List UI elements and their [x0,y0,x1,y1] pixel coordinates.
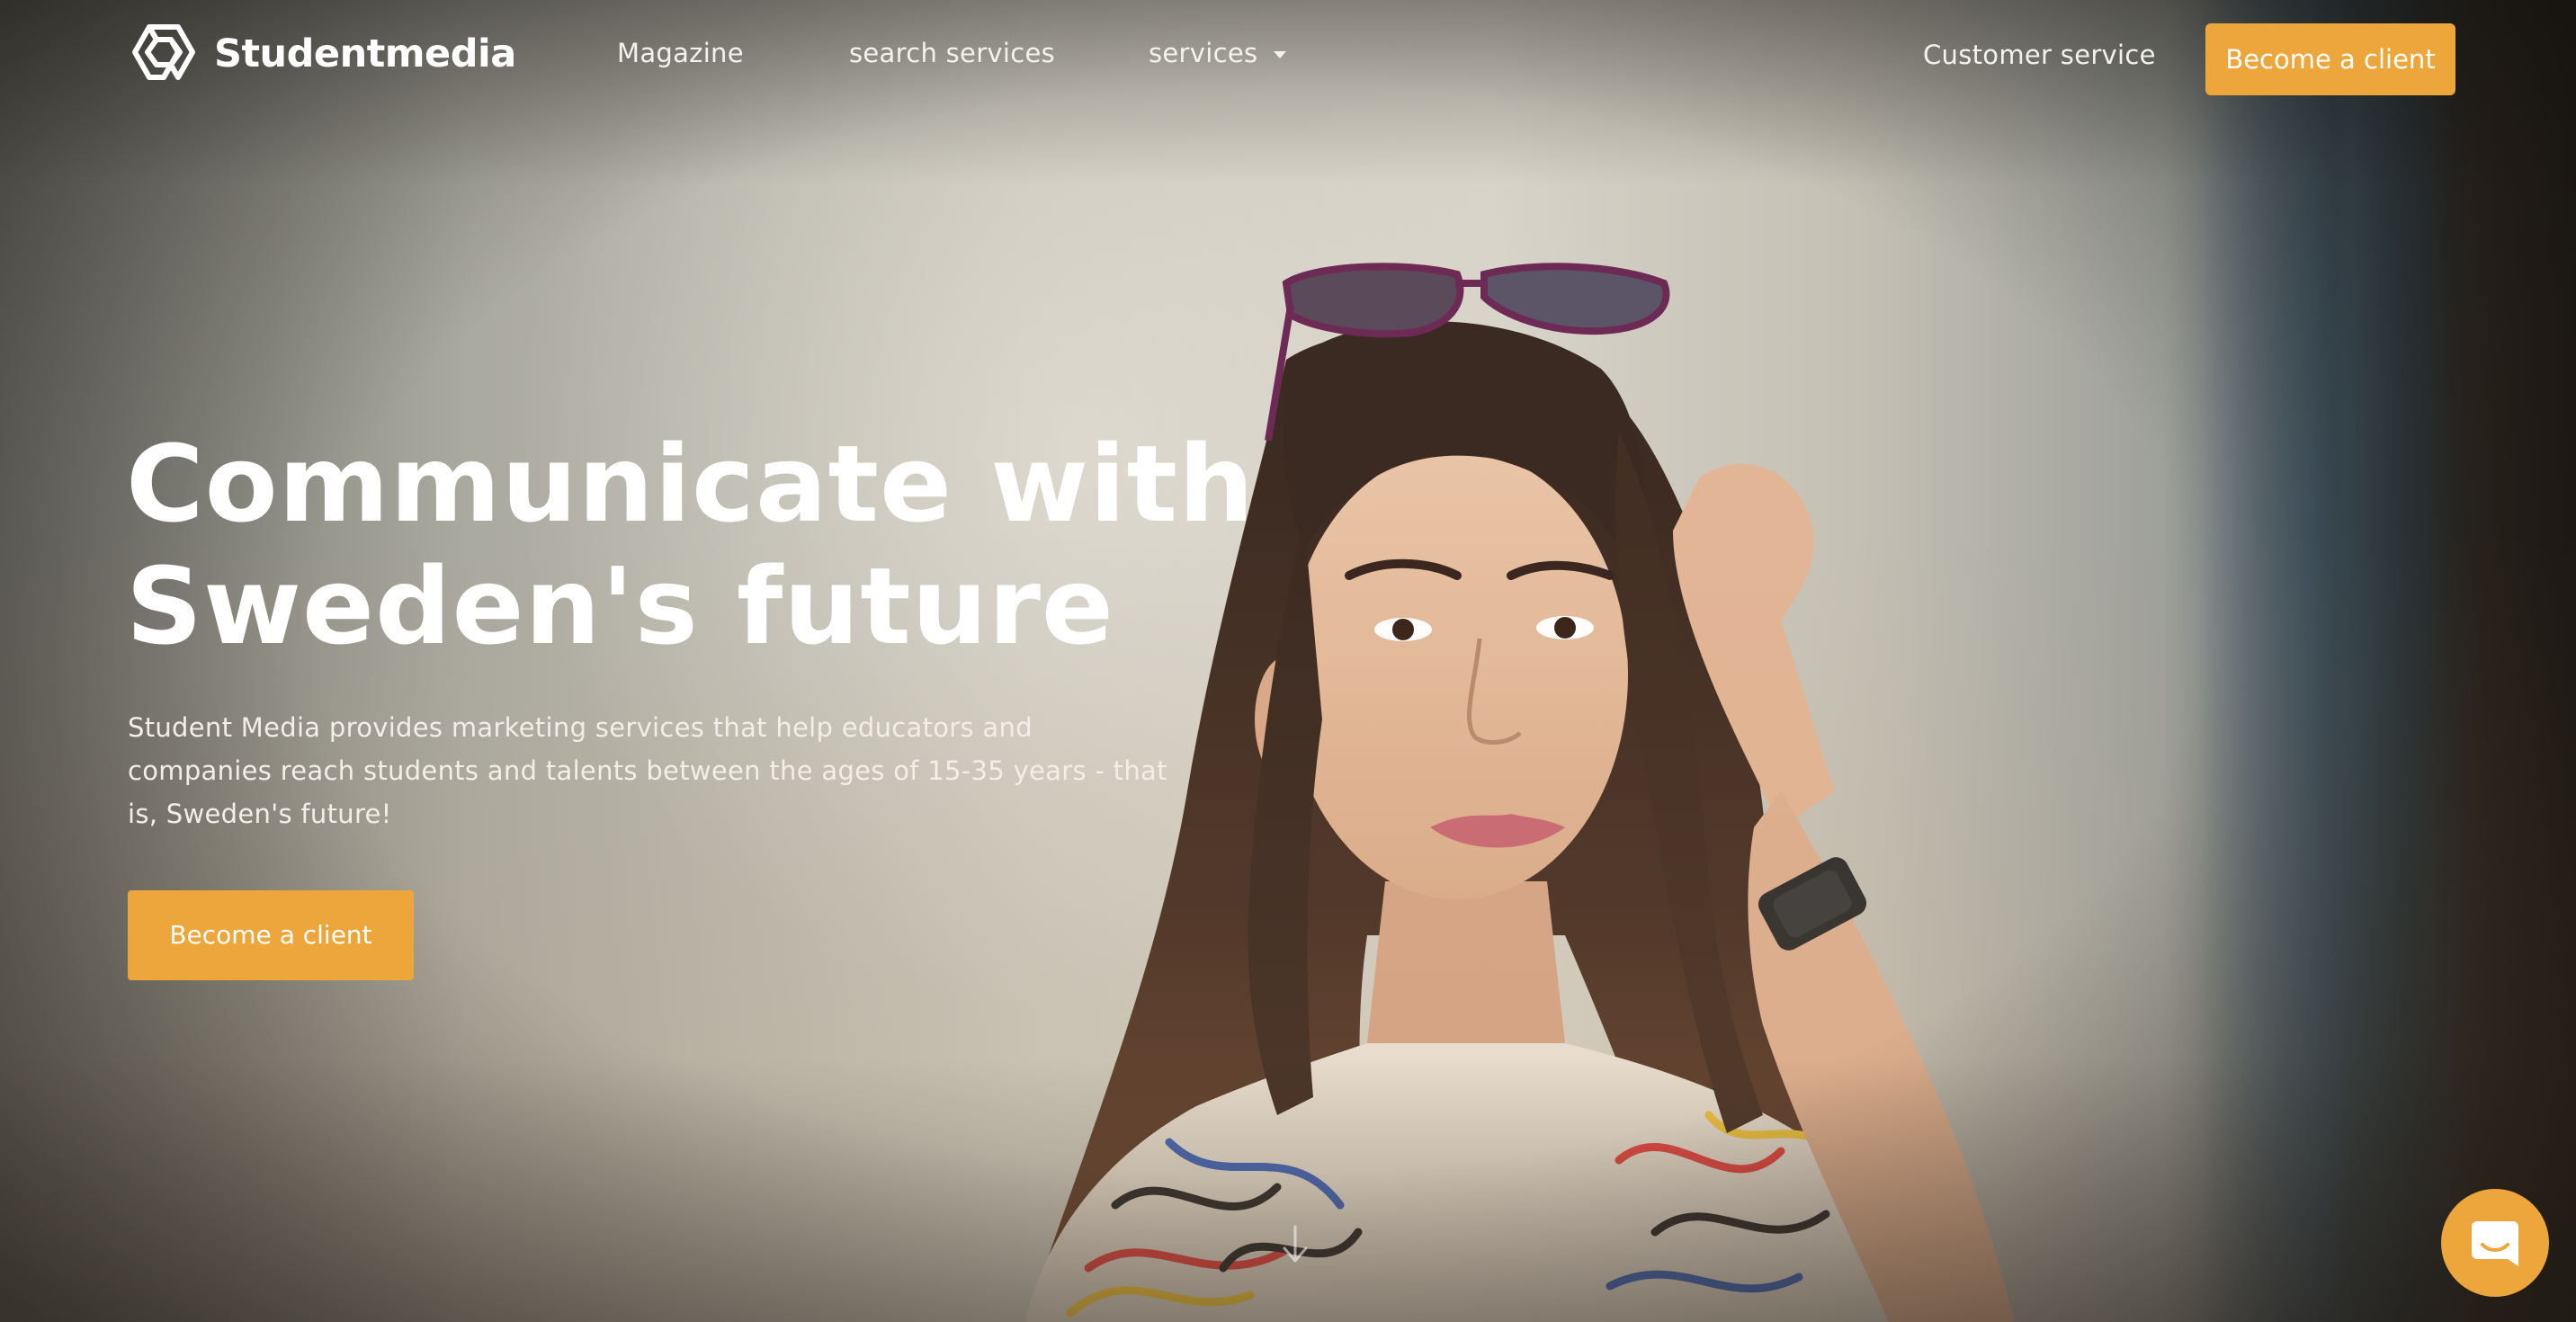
nav-customer-service-link[interactable]: Customer service [1923,40,2156,70]
chat-launcher-button[interactable] [2441,1189,2549,1297]
caret-down-icon [1274,51,1287,58]
nav-search-services-link[interactable]: search services [849,38,1055,68]
site-header: Studentmedia Magazine search services se… [0,0,2576,112]
hero-title: Communicate with Sweden's future [126,423,1295,667]
hero-become-client-button[interactable]: Become a client [128,890,414,980]
nav-services-dropdown[interactable]: services [1149,38,1287,68]
chevron-down-icon[interactable] [1277,1223,1313,1268]
nav-magazine-link[interactable]: Magazine [617,38,744,68]
nav-services-label: services [1149,38,1258,68]
hero-title-line-2: Sweden's future [126,544,1114,668]
brand-name: Studentmedia [214,31,516,76]
brand-logo-link[interactable]: Studentmedia [128,22,516,86]
header-become-client-button[interactable]: Become a client [2205,23,2455,95]
studentmedia-logo-icon [132,24,195,80]
hero-description: Student Media provides marketing service… [128,712,1167,829]
hero-title-line-1: Communicate with [126,422,1255,546]
chat-bubble-icon [2472,1221,2518,1266]
